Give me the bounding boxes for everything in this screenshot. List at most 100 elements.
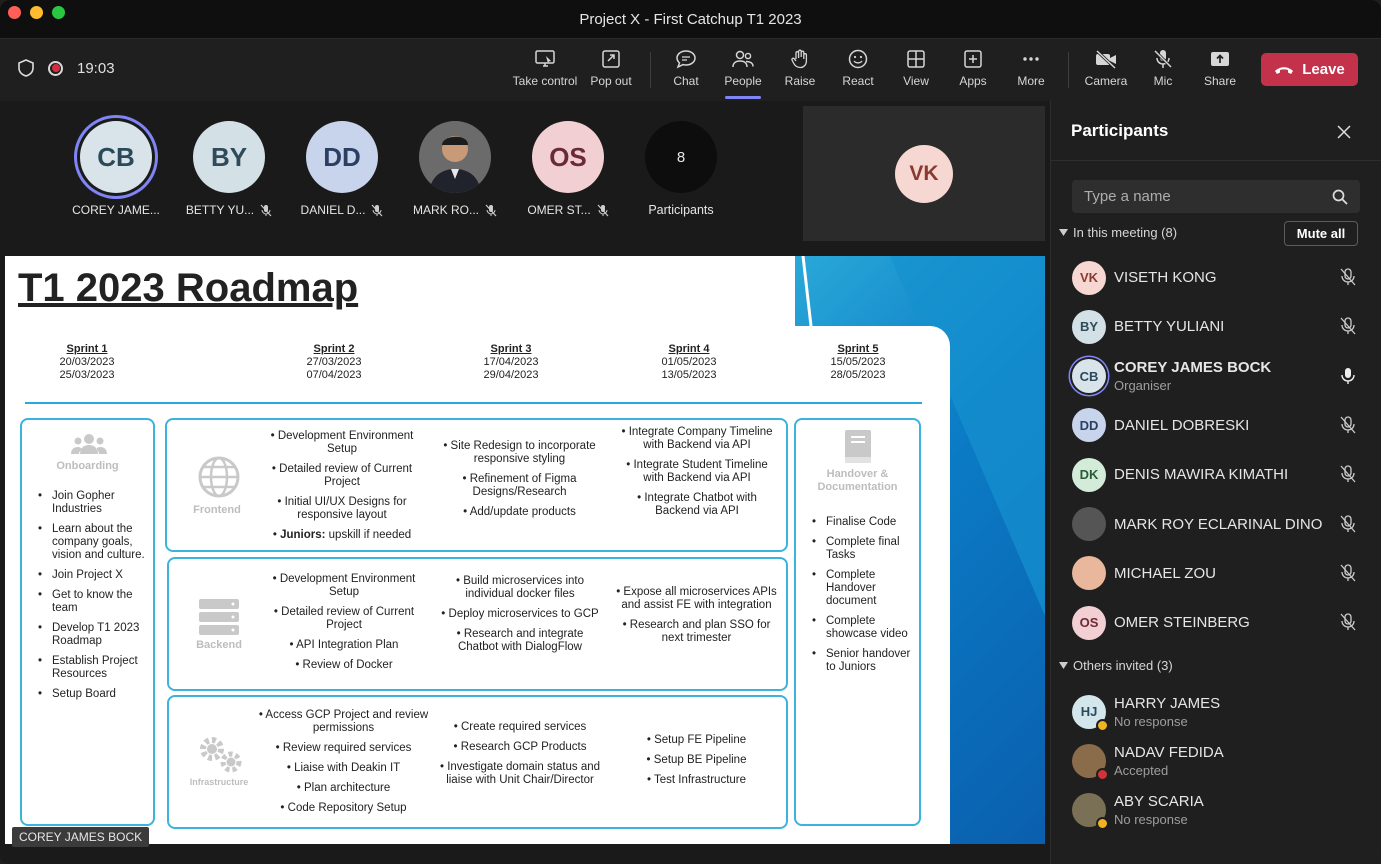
tile-name: OMER ST... [527,203,591,217]
infrastructure-sprint2-list: Access GCP Project and review permission… [256,709,431,822]
mic-off-icon [485,204,497,216]
share-icon [1211,52,1229,66]
participant-name: BETTY YULIANI [1114,318,1225,336]
avatar [1072,793,1109,831]
sprint-header: Sprint 3 17/04/2023 29/04/2023 [483,343,539,381]
title-bar: Project X - First Catchup T1 2023 [0,0,1381,38]
share-label: Share [1203,74,1237,88]
avatar [1072,556,1106,591]
participant-row[interactable]: OS OMER STEINBERG [1051,598,1381,647]
pop-out-button[interactable]: Pop out [576,49,646,88]
frontend-sprint2-list: Development Environment SetupDetailed re… [262,430,422,549]
mic-label: Mic [1153,74,1173,88]
participant-name: DENIS MAWIRA KIMATHI [1114,466,1289,484]
avatar: HJ [1072,694,1109,732]
in-meeting-section-header[interactable]: In this meeting (8) [1059,225,1177,240]
participant-search-input[interactable]: Type a name [1072,180,1360,213]
participant-row[interactable]: VK VISETH KONG [1051,253,1381,302]
globe-icon [198,456,240,498]
participant-row[interactable]: BY BETTY YULIANI [1051,302,1381,351]
backend-sprint3-list: Build microservices into individual dock… [437,575,603,661]
participant-row[interactable]: DD DANIEL DOBRESKI [1051,401,1381,450]
people-icon [732,50,754,68]
meeting-timer: 19:03 [77,59,115,77]
avatar: DD [306,121,378,193]
participant-name: NADAV FEDIDA [1114,743,1224,761]
infrastructure-label: Infrastructure [189,777,249,787]
invited-row[interactable]: ABY SCARIA No response [1051,786,1381,835]
participant-role: Organiser [1114,378,1172,394]
raise-label: Raise [784,74,816,88]
mic-off-icon [260,204,272,216]
participant-row[interactable]: DK DENIS MAWIRA KIMATHI [1051,450,1381,499]
participant-name: ABY SCARIA [1114,793,1204,811]
status-badge [1096,767,1109,781]
profile-photo-icon [419,121,491,193]
others-invited-label: Others invited (3) [1073,658,1173,673]
chevron-down-icon [1059,229,1068,236]
camera-off-icon [1095,49,1117,69]
participant-row[interactable]: MICHAEL ZOU [1051,549,1381,598]
onboarding-list: Join Gopher IndustriesLearn about the co… [36,490,148,708]
avatar: VK [895,144,953,203]
avatar: VK [1072,260,1106,295]
overflow-participants-tile[interactable]: 8 Participants [631,121,731,217]
close-window-button[interactable] [8,6,21,19]
invited-row[interactable]: HJ HARRY JAMES No response [1051,687,1381,736]
self-video-tile[interactable]: VK [803,106,1045,241]
invited-row[interactable]: NADAV FEDIDA Accepted [1051,736,1381,785]
shield-icon[interactable] [18,59,34,77]
avatar: OS [532,121,604,193]
others-invited-section-header[interactable]: Others invited (3) [1059,658,1173,673]
frontend-box: Frontend Development Environment SetupDe… [165,418,788,552]
participant-tile-dd[interactable]: DD DANIEL D... [292,121,392,217]
participant-tile-os[interactable]: OS OMER ST... [518,121,618,217]
minimize-window-button[interactable] [30,6,43,19]
mic-off-icon [1340,613,1356,631]
close-icon[interactable] [1337,125,1351,139]
participant-row[interactable]: CB COREY JAMES BOCK Organiser [1051,352,1381,401]
invite-status: No response [1114,713,1188,729]
take-control-button[interactable]: Take control [510,49,580,88]
participant-name: MICHAEL ZOU [1114,564,1216,582]
smiley-icon [848,49,868,69]
sprint-header: Sprint 2 27/03/2023 07/04/2023 [306,343,362,381]
zoom-window-button[interactable] [52,6,65,19]
chevron-down-icon [1059,662,1068,669]
status-badge [1096,817,1109,831]
backend-label: Backend [196,639,242,651]
sprint-header: Sprint 1 20/03/2023 25/03/2023 [59,343,115,381]
share-button[interactable]: Share [1185,49,1255,88]
avatar: BY [193,121,265,193]
apps-label: Apps [959,74,987,88]
tile-name: BETTY YU... [185,203,255,217]
participant-tile-mark[interactable]: MARK RO... [405,121,505,217]
mic-off-icon [1340,564,1356,582]
slide-title: T1 2023 Roadmap [18,266,359,310]
meeting-stage: CB COREY JAME... BY BETTY YU... DD DANIE… [0,101,1050,864]
ellipsis-icon [1023,57,1039,61]
mute-all-button[interactable]: Mute all [1284,221,1358,246]
participants-panel: Participants Type a name In this meeting… [1050,101,1381,864]
leave-label: Leave [1302,61,1345,78]
avatar: CB [80,121,152,193]
chat-label: Chat [673,74,699,88]
participant-name: OMER STEINBERG [1114,614,1250,632]
infrastructure-sprint3-list: Create required servicesResearch GCP Pro… [437,721,603,794]
participant-tile-cb[interactable]: CB COREY JAME... [66,121,166,217]
overflow-count: 8 [645,121,717,193]
leave-button[interactable]: Leave [1261,53,1358,86]
phone-hangup-icon [1275,66,1294,74]
avatar [1072,743,1109,781]
camera-label: Camera [1084,74,1128,88]
sprint-header: Sprint 5 15/05/2023 28/05/2023 [830,343,886,381]
participant-name: COREY JAMES BOCK [1114,359,1272,377]
participant-tile-by[interactable]: BY BETTY YU... [179,121,279,217]
divider [25,402,922,404]
participant-row[interactable]: MARK ROY ECLARINAL DINO [1051,500,1381,549]
search-icon[interactable] [1332,189,1348,205]
frontend-sprint3-list: Site Redesign to incorporate responsive … [442,440,597,526]
more-button[interactable]: More [996,49,1066,88]
take-control-label: Take control [512,74,578,88]
overflow-label: Participants [648,203,714,217]
